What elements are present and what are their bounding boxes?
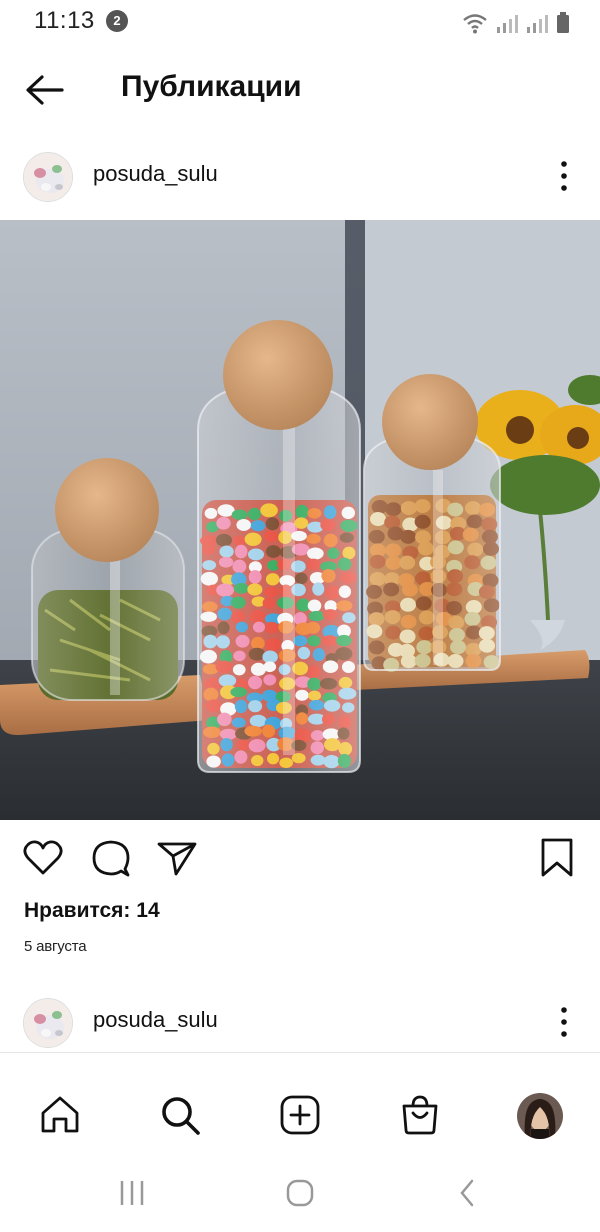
home-circle-icon (286, 1179, 314, 1207)
nav-home-button[interactable] (38, 1093, 82, 1137)
search-icon (162, 1097, 200, 1135)
post-photo[interactable] (0, 220, 600, 820)
battery-icon (557, 12, 569, 33)
more-options-button[interactable] (554, 156, 574, 196)
likes-count[interactable]: Нравится: 14 (24, 899, 160, 923)
app-header: Публикации (0, 44, 600, 134)
home-system-button[interactable] (280, 1177, 320, 1209)
speech-bubble-icon (92, 840, 130, 877)
next-post-avatar[interactable] (23, 998, 73, 1048)
post-date: 5 августа (24, 938, 87, 955)
home-icon (41, 1096, 79, 1133)
nav-shop-button[interactable] (398, 1093, 442, 1137)
arrow-left-icon (26, 75, 64, 105)
system-back-button[interactable] (448, 1177, 488, 1209)
three-dots-vertical-icon (561, 161, 567, 191)
signal-icon-2 (527, 15, 548, 33)
nav-search-button[interactable] (158, 1093, 202, 1137)
page-title: Публикации (121, 70, 302, 103)
plus-square-icon (280, 1095, 320, 1135)
status-icons (462, 8, 570, 34)
status-time: 11:13 (34, 7, 95, 34)
post-actions (0, 836, 600, 886)
notification-count-badge: 2 (106, 10, 128, 32)
post-header: posuda_sulu (0, 134, 600, 220)
recent-apps-button[interactable] (112, 1177, 152, 1209)
like-button[interactable] (21, 836, 65, 880)
status-bar: 11:13 2 (0, 0, 600, 44)
shopping-bag-icon (402, 1095, 438, 1135)
recent-apps-icon (120, 1181, 144, 1205)
next-post-username[interactable]: posuda_sulu (93, 1007, 218, 1033)
system-nav-bar (0, 1163, 600, 1232)
three-dots-vertical-icon (561, 1007, 567, 1037)
comment-button[interactable] (89, 836, 133, 880)
bookmark-icon (541, 838, 573, 877)
paper-plane-icon (157, 842, 197, 876)
wifi-icon (463, 14, 487, 34)
save-button[interactable] (535, 836, 579, 880)
signal-icon (497, 15, 518, 33)
nav-create-button[interactable] (278, 1093, 322, 1137)
nav-profile-avatar[interactable] (517, 1093, 563, 1139)
share-button[interactable] (155, 836, 199, 880)
avatar[interactable] (23, 152, 73, 202)
next-post-more-button[interactable] (554, 1002, 574, 1042)
post-username[interactable]: posuda_sulu (93, 161, 218, 187)
heart-icon (23, 840, 63, 875)
back-button[interactable] (22, 70, 66, 110)
bottom-nav (0, 1053, 600, 1163)
chevron-left-icon (460, 1179, 474, 1207)
